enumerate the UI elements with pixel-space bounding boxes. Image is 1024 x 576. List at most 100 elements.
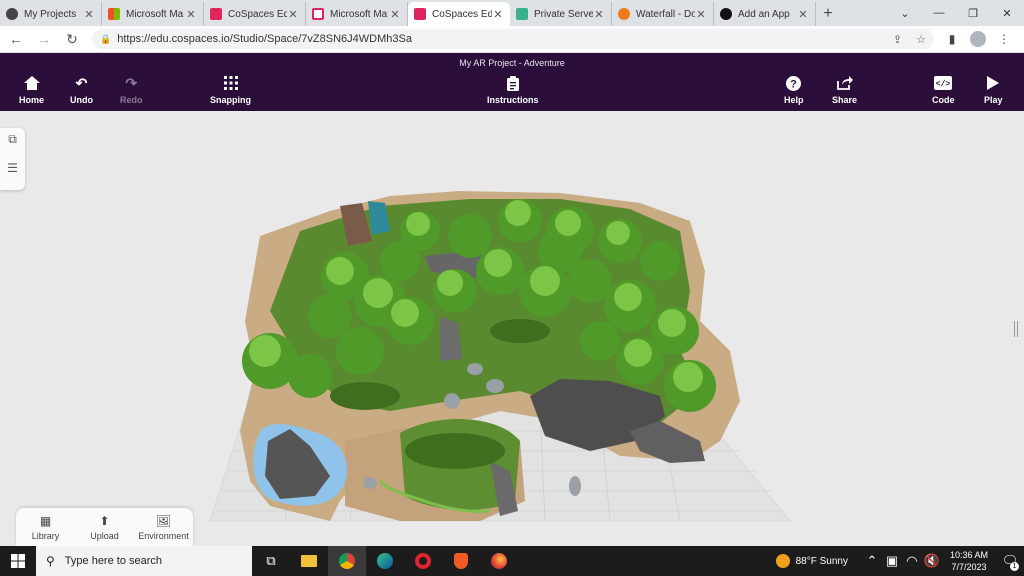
tab-favicon-icon — [210, 8, 222, 20]
share-page-icon[interactable]: ⇪ — [893, 33, 902, 46]
redo-label: Redo — [120, 95, 143, 105]
tab-title: Private Server — [534, 8, 593, 20]
sun-icon — [775, 554, 790, 568]
clipboard-icon — [504, 75, 522, 91]
firefox-icon[interactable] — [480, 546, 518, 576]
help-label: Help — [784, 95, 804, 105]
browser-tab-active[interactable]: CoSpaces Edu ✕ — [408, 2, 510, 26]
url-text: https://edu.cospaces.io/Studio/Space/7vZ… — [117, 33, 412, 45]
file-explorer-icon[interactable] — [290, 546, 328, 576]
restore-icon[interactable]: ❐ — [956, 0, 990, 26]
close-icon[interactable]: ✕ — [185, 8, 197, 21]
url-field[interactable]: 🔒 https://edu.cospaces.io/Studio/Space/7… — [92, 29, 934, 49]
windows-start-button[interactable] — [0, 546, 36, 576]
home-icon — [23, 75, 41, 91]
edge-icon[interactable] — [366, 546, 404, 576]
wifi-icon[interactable]: ◠ — [902, 546, 922, 576]
scene-3d-view[interactable] — [0, 111, 1024, 546]
lock-icon[interactable]: 🔒 — [100, 34, 111, 45]
new-tab-button[interactable]: + — [816, 2, 840, 26]
play-button[interactable]: Play — [984, 75, 1003, 105]
profile-avatar[interactable] — [970, 31, 986, 47]
close-icon[interactable]: ✕ — [593, 8, 605, 21]
tab-favicon-icon — [312, 8, 324, 20]
tab-title: Waterfall - Do — [636, 8, 695, 20]
layers-icon[interactable]: ⧉ — [0, 132, 25, 157]
share-button[interactable]: Share — [832, 75, 857, 105]
close-icon[interactable]: ✕ — [389, 8, 401, 21]
code-label: Code — [932, 95, 955, 105]
environment-icon: 🖼 — [155, 513, 172, 528]
minimize-icon[interactable]: — — [922, 0, 956, 26]
code-button[interactable]: </> Code — [932, 75, 955, 105]
brave-icon[interactable] — [442, 546, 480, 576]
weather-widget[interactable]: 88°F Sunny — [775, 554, 848, 568]
share-label: Share — [832, 95, 858, 105]
library-label: Library — [31, 530, 60, 541]
snapping-label: Snapping — [210, 95, 251, 105]
browser-tab[interactable]: Waterfall - Do ✕ — [612, 2, 714, 26]
close-icon[interactable]: ✕ — [492, 8, 504, 21]
instructions-button[interactable]: Instructions — [487, 75, 539, 105]
chevron-up-icon[interactable]: ⌃ — [862, 546, 882, 576]
undo-button[interactable]: ↶ Undo — [70, 75, 93, 105]
chrome-icon[interactable] — [328, 546, 366, 576]
tab-favicon-icon — [414, 8, 426, 20]
tab-title: Microsoft Ma — [330, 8, 388, 20]
opera-icon[interactable] — [404, 546, 442, 576]
browser-tab[interactable]: Microsoft Ma ✕ — [306, 2, 408, 26]
svg-text:?: ? — [790, 78, 797, 90]
bookmark-star-icon[interactable]: ☆ — [916, 33, 926, 46]
play-icon — [984, 75, 1002, 91]
forward-icon[interactable]: → — [32, 27, 56, 51]
clock-time: 10:36 AM — [949, 550, 988, 560]
notifications-icon[interactable]: 🗨 1 — [996, 546, 1024, 576]
tab-search-icon[interactable]: ⌄ — [888, 0, 922, 26]
side-tools: ⧉ ☰ — [0, 128, 25, 190]
windows-taskbar: ⚲ Type here to search ⧉ 88°F Sunny ⌃ ▣ ◠… — [0, 546, 1024, 576]
window-controls: ⌄ — ❐ ✕ — [888, 0, 1024, 26]
back-icon[interactable]: ← — [4, 27, 28, 51]
browser-tab[interactable]: Add an App ✕ — [714, 2, 816, 26]
redo-button[interactable]: ↷ Redo — [120, 75, 143, 105]
help-button[interactable]: ? Help — [784, 75, 804, 105]
right-panel-handle[interactable] — [1014, 321, 1018, 337]
browser-tab[interactable]: My Projects ✕ — [0, 2, 102, 26]
volume-muted-icon[interactable]: 🔇 — [922, 546, 942, 576]
browser-tab[interactable]: Microsoft Ma ✕ — [102, 2, 204, 26]
close-icon[interactable]: ✕ — [287, 8, 299, 21]
instructions-label: Instructions — [487, 95, 539, 105]
reload-icon[interactable]: ↻ — [60, 27, 84, 51]
search-icon: ⚲ — [46, 554, 55, 568]
menu-dots-icon[interactable]: ⋮ — [992, 29, 1016, 49]
scene-canvas[interactable]: ⧉ ☰ ▦ Library ⬆ Upload 🖼 Environment — [0, 111, 1024, 546]
list-icon[interactable]: ☰ — [0, 161, 25, 186]
clock[interactable]: 10:36 AM 7/7/2023 — [950, 549, 988, 573]
home-label: Home — [19, 95, 45, 105]
browser-tab[interactable]: CoSpaces Edu ✕ — [204, 2, 306, 26]
home-button[interactable]: Home — [19, 75, 44, 105]
tab-favicon-icon — [108, 8, 120, 20]
tab-title: Add an App — [738, 8, 790, 20]
tab-favicon-icon — [6, 8, 18, 20]
tab-title: My Projects — [24, 8, 77, 20]
side-panel-icon[interactable]: ▮ — [940, 29, 964, 49]
close-icon[interactable]: ✕ — [695, 8, 707, 21]
grid-icon — [222, 75, 240, 91]
close-icon[interactable]: ✕ — [797, 8, 809, 21]
taskbar-search-box[interactable]: ⚲ Type here to search — [36, 546, 252, 576]
share-icon — [836, 75, 854, 91]
upload-button[interactable]: ⬆ Upload — [75, 508, 134, 546]
close-icon[interactable]: ✕ — [83, 8, 95, 21]
tab-title: CoSpaces Edu — [432, 8, 492, 20]
redo-icon: ↷ — [125, 75, 138, 91]
upload-icon: ⬆ — [99, 513, 110, 528]
snapping-button[interactable]: Snapping — [210, 75, 251, 105]
environment-button[interactable]: 🖼 Environment — [134, 508, 193, 546]
task-view-icon[interactable]: ⧉ — [252, 546, 290, 576]
meet-icon[interactable]: ▣ — [882, 546, 902, 576]
tab-favicon-icon — [720, 8, 732, 20]
library-button[interactable]: ▦ Library — [16, 508, 75, 546]
close-window-icon[interactable]: ✕ — [990, 0, 1024, 26]
browser-tab[interactable]: Private Server ✕ — [510, 2, 612, 26]
